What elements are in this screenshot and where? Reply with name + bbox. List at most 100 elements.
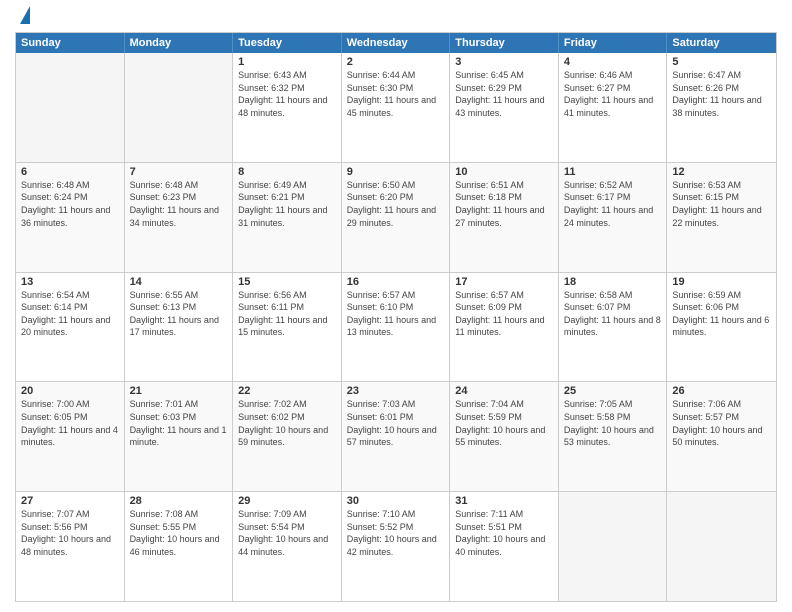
logo [15, 10, 30, 24]
day-info: Sunrise: 6:47 AM Sunset: 6:26 PM Dayligh… [672, 69, 771, 119]
day-number: 16 [347, 276, 445, 288]
day-cell-16: 16Sunrise: 6:57 AM Sunset: 6:10 PM Dayli… [342, 273, 451, 382]
day-number: 17 [455, 276, 553, 288]
day-info: Sunrise: 6:48 AM Sunset: 6:24 PM Dayligh… [21, 179, 119, 229]
day-number: 9 [347, 166, 445, 178]
day-info: Sunrise: 6:51 AM Sunset: 6:18 PM Dayligh… [455, 179, 553, 229]
day-number: 2 [347, 56, 445, 68]
day-info: Sunrise: 6:43 AM Sunset: 6:32 PM Dayligh… [238, 69, 336, 119]
week-row-1: 1Sunrise: 6:43 AM Sunset: 6:32 PM Daylig… [16, 53, 776, 162]
day-number: 14 [130, 276, 228, 288]
day-cell-22: 22Sunrise: 7:02 AM Sunset: 6:02 PM Dayli… [233, 382, 342, 491]
day-number: 31 [455, 495, 553, 507]
day-cell-27: 27Sunrise: 7:07 AM Sunset: 5:56 PM Dayli… [16, 492, 125, 601]
day-cell-1: 1Sunrise: 6:43 AM Sunset: 6:32 PM Daylig… [233, 53, 342, 162]
empty-cell [125, 53, 234, 162]
day-number: 30 [347, 495, 445, 507]
day-info: Sunrise: 6:58 AM Sunset: 6:07 PM Dayligh… [564, 289, 662, 339]
day-info: Sunrise: 7:00 AM Sunset: 6:05 PM Dayligh… [21, 398, 119, 448]
day-info: Sunrise: 7:02 AM Sunset: 6:02 PM Dayligh… [238, 398, 336, 448]
day-cell-19: 19Sunrise: 6:59 AM Sunset: 6:06 PM Dayli… [667, 273, 776, 382]
day-number: 3 [455, 56, 553, 68]
day-number: 23 [347, 385, 445, 397]
day-info: Sunrise: 7:07 AM Sunset: 5:56 PM Dayligh… [21, 508, 119, 558]
day-info: Sunrise: 7:03 AM Sunset: 6:01 PM Dayligh… [347, 398, 445, 448]
day-number: 6 [21, 166, 119, 178]
day-cell-10: 10Sunrise: 6:51 AM Sunset: 6:18 PM Dayli… [450, 163, 559, 272]
day-info: Sunrise: 6:52 AM Sunset: 6:17 PM Dayligh… [564, 179, 662, 229]
week-row-2: 6Sunrise: 6:48 AM Sunset: 6:24 PM Daylig… [16, 162, 776, 272]
calendar-body: 1Sunrise: 6:43 AM Sunset: 6:32 PM Daylig… [16, 53, 776, 601]
day-info: Sunrise: 7:10 AM Sunset: 5:52 PM Dayligh… [347, 508, 445, 558]
day-header-tuesday: Tuesday [233, 33, 342, 53]
day-info: Sunrise: 6:55 AM Sunset: 6:13 PM Dayligh… [130, 289, 228, 339]
day-number: 15 [238, 276, 336, 288]
day-cell-11: 11Sunrise: 6:52 AM Sunset: 6:17 PM Dayli… [559, 163, 668, 272]
day-info: Sunrise: 7:11 AM Sunset: 5:51 PM Dayligh… [455, 508, 553, 558]
logo-icon [20, 6, 30, 24]
day-cell-5: 5Sunrise: 6:47 AM Sunset: 6:26 PM Daylig… [667, 53, 776, 162]
day-info: Sunrise: 6:53 AM Sunset: 6:15 PM Dayligh… [672, 179, 771, 229]
day-cell-8: 8Sunrise: 6:49 AM Sunset: 6:21 PM Daylig… [233, 163, 342, 272]
day-number: 12 [672, 166, 771, 178]
day-number: 1 [238, 56, 336, 68]
day-info: Sunrise: 7:01 AM Sunset: 6:03 PM Dayligh… [130, 398, 228, 448]
day-cell-6: 6Sunrise: 6:48 AM Sunset: 6:24 PM Daylig… [16, 163, 125, 272]
day-cell-29: 29Sunrise: 7:09 AM Sunset: 5:54 PM Dayli… [233, 492, 342, 601]
day-info: Sunrise: 7:04 AM Sunset: 5:59 PM Dayligh… [455, 398, 553, 448]
day-number: 29 [238, 495, 336, 507]
day-number: 13 [21, 276, 119, 288]
week-row-4: 20Sunrise: 7:00 AM Sunset: 6:05 PM Dayli… [16, 381, 776, 491]
day-cell-15: 15Sunrise: 6:56 AM Sunset: 6:11 PM Dayli… [233, 273, 342, 382]
day-number: 20 [21, 385, 119, 397]
day-cell-30: 30Sunrise: 7:10 AM Sunset: 5:52 PM Dayli… [342, 492, 451, 601]
day-cell-17: 17Sunrise: 6:57 AM Sunset: 6:09 PM Dayli… [450, 273, 559, 382]
day-number: 21 [130, 385, 228, 397]
day-cell-4: 4Sunrise: 6:46 AM Sunset: 6:27 PM Daylig… [559, 53, 668, 162]
day-cell-28: 28Sunrise: 7:08 AM Sunset: 5:55 PM Dayli… [125, 492, 234, 601]
day-number: 7 [130, 166, 228, 178]
day-info: Sunrise: 6:49 AM Sunset: 6:21 PM Dayligh… [238, 179, 336, 229]
day-number: 8 [238, 166, 336, 178]
day-cell-7: 7Sunrise: 6:48 AM Sunset: 6:23 PM Daylig… [125, 163, 234, 272]
day-cell-18: 18Sunrise: 6:58 AM Sunset: 6:07 PM Dayli… [559, 273, 668, 382]
day-cell-9: 9Sunrise: 6:50 AM Sunset: 6:20 PM Daylig… [342, 163, 451, 272]
day-info: Sunrise: 7:05 AM Sunset: 5:58 PM Dayligh… [564, 398, 662, 448]
day-number: 4 [564, 56, 662, 68]
day-cell-13: 13Sunrise: 6:54 AM Sunset: 6:14 PM Dayli… [16, 273, 125, 382]
week-row-5: 27Sunrise: 7:07 AM Sunset: 5:56 PM Dayli… [16, 491, 776, 601]
day-info: Sunrise: 6:45 AM Sunset: 6:29 PM Dayligh… [455, 69, 553, 119]
day-info: Sunrise: 7:06 AM Sunset: 5:57 PM Dayligh… [672, 398, 771, 448]
day-number: 28 [130, 495, 228, 507]
day-number: 18 [564, 276, 662, 288]
day-number: 26 [672, 385, 771, 397]
empty-cell [16, 53, 125, 162]
day-header-sunday: Sunday [16, 33, 125, 53]
day-cell-14: 14Sunrise: 6:55 AM Sunset: 6:13 PM Dayli… [125, 273, 234, 382]
empty-cell [559, 492, 668, 601]
day-cell-12: 12Sunrise: 6:53 AM Sunset: 6:15 PM Dayli… [667, 163, 776, 272]
day-cell-23: 23Sunrise: 7:03 AM Sunset: 6:01 PM Dayli… [342, 382, 451, 491]
day-cell-21: 21Sunrise: 7:01 AM Sunset: 6:03 PM Dayli… [125, 382, 234, 491]
day-number: 22 [238, 385, 336, 397]
day-cell-24: 24Sunrise: 7:04 AM Sunset: 5:59 PM Dayli… [450, 382, 559, 491]
day-info: Sunrise: 6:57 AM Sunset: 6:09 PM Dayligh… [455, 289, 553, 339]
header [15, 10, 777, 24]
day-number: 10 [455, 166, 553, 178]
day-cell-20: 20Sunrise: 7:00 AM Sunset: 6:05 PM Dayli… [16, 382, 125, 491]
day-info: Sunrise: 7:09 AM Sunset: 5:54 PM Dayligh… [238, 508, 336, 558]
day-number: 25 [564, 385, 662, 397]
day-header-monday: Monday [125, 33, 234, 53]
day-info: Sunrise: 6:59 AM Sunset: 6:06 PM Dayligh… [672, 289, 771, 339]
day-number: 5 [672, 56, 771, 68]
day-number: 24 [455, 385, 553, 397]
day-cell-26: 26Sunrise: 7:06 AM Sunset: 5:57 PM Dayli… [667, 382, 776, 491]
day-cell-31: 31Sunrise: 7:11 AM Sunset: 5:51 PM Dayli… [450, 492, 559, 601]
day-number: 19 [672, 276, 771, 288]
page: SundayMondayTuesdayWednesdayThursdayFrid… [0, 0, 792, 612]
day-number: 11 [564, 166, 662, 178]
calendar-header: SundayMondayTuesdayWednesdayThursdayFrid… [16, 33, 776, 53]
calendar: SundayMondayTuesdayWednesdayThursdayFrid… [15, 32, 777, 602]
day-info: Sunrise: 7:08 AM Sunset: 5:55 PM Dayligh… [130, 508, 228, 558]
day-info: Sunrise: 6:48 AM Sunset: 6:23 PM Dayligh… [130, 179, 228, 229]
